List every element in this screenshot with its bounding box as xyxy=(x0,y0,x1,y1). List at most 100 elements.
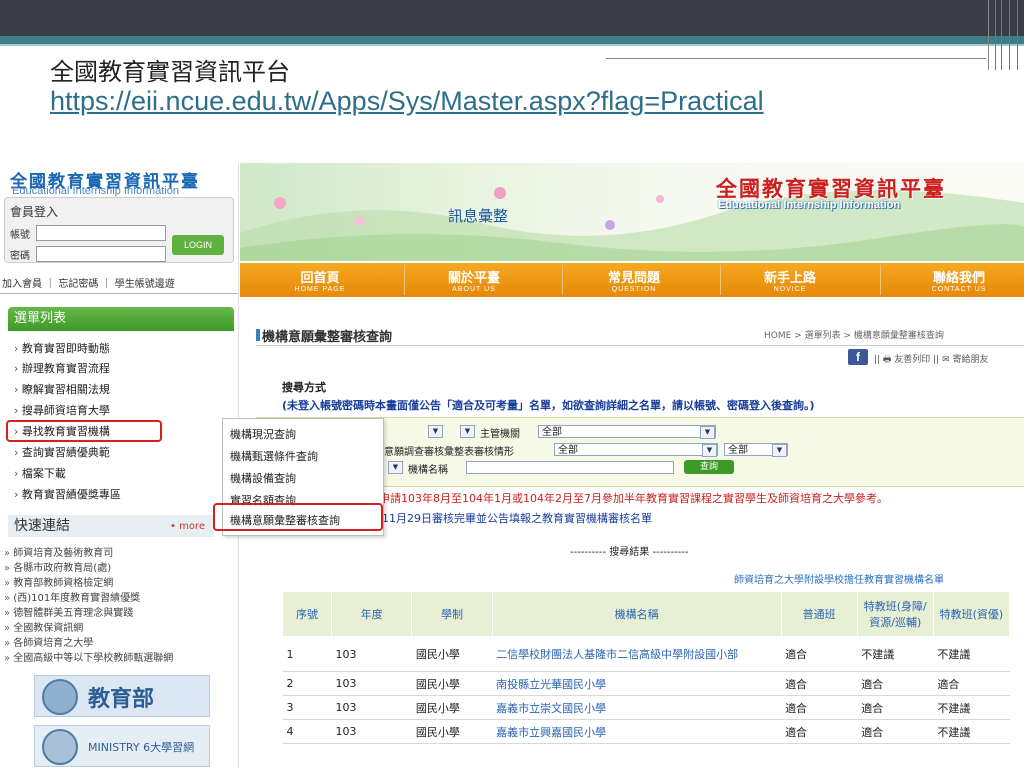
website-screenshot: 全國教育實習資訊平臺 Educational Internship Inform… xyxy=(0,163,1024,768)
chevron-down-icon[interactable]: ▼ xyxy=(428,425,443,438)
review-status-select[interactable]: 全部 xyxy=(554,443,718,456)
quick-link[interactable]: 師資培育及藝術教育司 xyxy=(4,544,113,559)
quick-link[interactable]: 全國教保資訊網 xyxy=(4,619,83,634)
table-row: 3 103 國民小學 嘉義市立崇文國民小學 適合 適合 不建議 xyxy=(282,695,1010,720)
site-logo-subtitle: Educational Internship Information xyxy=(12,185,179,197)
nav-label: 關於平臺 xyxy=(447,271,500,286)
menu-item-excellence[interactable]: 查詢實習績優典範 xyxy=(14,444,234,460)
nav-separator xyxy=(880,265,881,295)
institution-name-input[interactable] xyxy=(466,461,674,474)
table-cell: 3 xyxy=(282,695,332,720)
account-input[interactable] xyxy=(36,225,166,241)
page-title: 機構意願彙整審核查詢 xyxy=(262,330,393,345)
query-button[interactable]: 查詢 xyxy=(684,460,734,474)
result-list-title[interactable]: 師資培育之大學附設學校擔任教育實習機構名單 xyxy=(734,571,944,586)
nav-separator xyxy=(720,265,721,295)
menu-item-regulations[interactable]: 瞭解實習相關法規 xyxy=(14,381,234,397)
share-links[interactable]: || 🖶 友善列印 || ✉ 寄給朋友 xyxy=(874,352,988,368)
password-label: 密碼 xyxy=(10,251,30,262)
quick-link[interactable]: (西)101年度教育實習績優獎 xyxy=(4,589,140,604)
table-cell: 不建議 xyxy=(933,719,1010,744)
slide-corner-decoration xyxy=(988,0,1024,70)
nav-sublabel: NOVICE xyxy=(773,286,807,293)
menu-highlight-box xyxy=(6,420,162,442)
login-button[interactable]: LOGIN xyxy=(172,235,224,255)
nav-home[interactable]: 回首頁 HOME PAGE xyxy=(270,267,370,293)
table-cell: 103 xyxy=(331,636,412,672)
quick-link[interactable]: 各縣市政府教育局(處) xyxy=(4,559,111,574)
submenu-item-selection-criteria[interactable]: 機構甄選條件查詢 xyxy=(230,448,318,464)
nav-sublabel: ABOUT US xyxy=(452,286,496,293)
search-section-title: 搜尋方式 xyxy=(282,381,326,394)
login-title: 會員登入 xyxy=(10,205,59,219)
institution-link[interactable]: 嘉義市立崇文國民小學 xyxy=(492,695,782,720)
banner-center-title: 訊息彙整 xyxy=(448,207,509,225)
table-cell: 103 xyxy=(331,671,412,696)
submenu-item-equipment[interactable]: 機構設備查詢 xyxy=(230,470,296,486)
nav-faq[interactable]: 常見問題 QUESTION xyxy=(584,267,684,293)
institution-link[interactable]: 嘉義市立興嘉國民小學 xyxy=(492,719,782,744)
chevron-down-icon[interactable]: ▼ xyxy=(388,461,403,474)
table-cell: 2 xyxy=(282,671,332,696)
quick-links-more[interactable]: • more xyxy=(170,521,205,532)
menu-header: 選單列表 xyxy=(8,307,234,331)
table-cell: 103 xyxy=(331,695,412,720)
table-cell: 國民小學 xyxy=(411,695,493,720)
column-header: 特教班(身障/資源/巡輔) xyxy=(856,591,934,637)
menu-item-news[interactable]: 教育實習即時動態 xyxy=(14,340,234,356)
table-cell: 適合 xyxy=(933,671,1010,696)
divider xyxy=(256,345,1024,346)
menu-item-downloads[interactable]: 檔案下載 xyxy=(14,465,234,481)
quick-link[interactable]: 德智體群美五育理念與實踐 xyxy=(4,604,133,619)
nav-contact[interactable]: 聯絡我們 CONTACT US xyxy=(904,267,1014,293)
moe-seal-icon xyxy=(42,729,78,765)
heading-bullet-icon xyxy=(256,329,260,341)
menu-item-award-zone[interactable]: 教育實習績優獎專區 xyxy=(14,486,234,502)
nav-separator xyxy=(404,265,405,295)
chevron-down-icon[interactable]: ▼ xyxy=(460,425,475,438)
account-links[interactable]: 加入會員 ｜ 忘記密碼 ｜ 學生帳號邊遊 xyxy=(2,275,175,290)
table-cell: 4 xyxy=(282,719,332,744)
menu-item-process[interactable]: 辦理教育實習流程 xyxy=(14,360,234,376)
table-row: 2 103 國民小學 南投縣立光華國民小學 適合 適合 適合 xyxy=(282,671,1010,696)
quick-link[interactable]: 各師資培育之大學 xyxy=(4,634,93,649)
chevron-down-icon: ▼ xyxy=(702,444,717,457)
table-cell: 適合 xyxy=(781,719,858,744)
table-cell: 適合 xyxy=(857,695,934,720)
table-cell: 適合 xyxy=(781,636,858,672)
chevron-down-icon: ▼ xyxy=(772,444,787,457)
breadcrumb[interactable]: HOME > 選單列表 > 機構意願彙整審核查詢 xyxy=(764,328,944,341)
table-cell: 適合 xyxy=(857,671,934,696)
column-header: 年度 xyxy=(331,591,413,637)
facebook-icon[interactable]: f xyxy=(848,349,868,365)
slide-teal-band xyxy=(0,36,1024,44)
banner-subtitle: Educational Internship Information xyxy=(718,199,901,211)
quick-link[interactable]: 全國高級中等以下學校教師甄選聯網 xyxy=(4,649,173,664)
nav-sublabel: CONTACT US xyxy=(931,286,987,293)
table-cell: 國民小學 xyxy=(411,719,493,744)
chevron-down-icon: ▼ xyxy=(700,426,715,439)
table-cell: 適合 xyxy=(857,719,934,744)
review-list-note[interactable]: 11月29日審核完畢並公告填報之教育實習機構審核名單 xyxy=(382,510,652,526)
moe-ministry-banner-text: MINISTRY 6大學習網 xyxy=(88,741,195,754)
institution-link[interactable]: 南投縣立光華國民小學 xyxy=(492,671,782,696)
submenu-item-status[interactable]: 機構現況查詢 xyxy=(230,426,296,442)
nav-about[interactable]: 關於平臺 ABOUT US xyxy=(424,267,524,293)
slide-url-link[interactable]: https://eii.ncue.edu.tw/Apps/Sys/Master.… xyxy=(50,86,764,117)
nav-novice[interactable]: 新手上路 NOVICE xyxy=(740,267,840,293)
table-cell: 1 xyxy=(282,636,332,672)
menu-item-universities[interactable]: 搜尋師資培育大學 xyxy=(14,402,234,418)
table-cell: 103 xyxy=(331,719,412,744)
password-input[interactable] xyxy=(36,246,166,262)
quick-link[interactable]: 教育部教師資格檢定網 xyxy=(4,574,113,589)
table-header-row: 序號 年度 學制 機構名稱 普通班 特教班(身障/資源/巡輔) 特教班(資優) xyxy=(281,591,1011,637)
institution-name-label: 機構名稱 xyxy=(408,465,448,476)
column-header: 普通班 xyxy=(780,591,858,637)
moe-seal-icon xyxy=(42,679,78,715)
institution-link[interactable]: 二信學校財團法人基隆市二信高級中學附設國小部 xyxy=(492,636,782,672)
column-header: 學制 xyxy=(411,591,493,637)
authority-select[interactable]: 全部 xyxy=(538,425,716,438)
slide-top-bar xyxy=(0,0,1024,36)
column-header: 機構名稱 xyxy=(491,591,782,637)
nav-label: 新手上路 xyxy=(763,271,816,286)
